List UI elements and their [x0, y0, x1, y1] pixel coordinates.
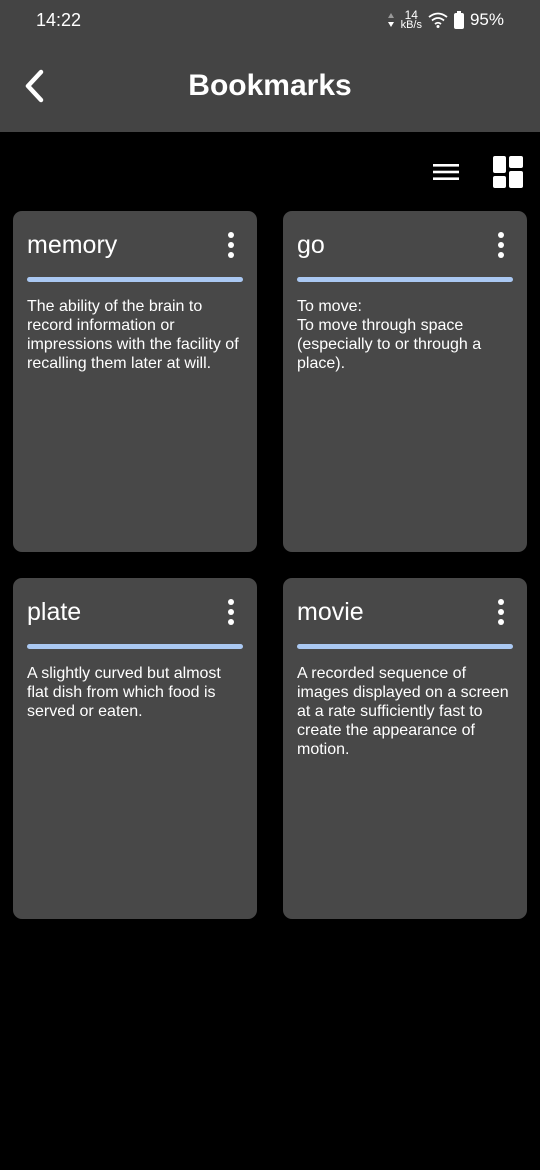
grid-view-icon [493, 156, 523, 188]
page-title: Bookmarks [188, 69, 352, 102]
card-menu-button[interactable] [489, 596, 513, 628]
card-divider [27, 644, 243, 649]
wifi-icon [428, 12, 448, 28]
bookmark-card-memory[interactable]: memory The ability of the brain to recor… [13, 211, 257, 552]
battery-percent: 95% [469, 10, 504, 29]
card-divider [297, 644, 513, 649]
app-bar: Bookmarks [0, 40, 540, 132]
bookmark-card-movie[interactable]: movie A recorded sequence of images disp… [283, 578, 527, 919]
status-bar: 14:22 14 kB/s 95% [0, 0, 540, 40]
card-definition: A slightly curved but almost flat dish f… [27, 665, 221, 720]
bookmark-card-plate[interactable]: plate A slightly curved but almost flat … [13, 578, 257, 919]
battery-icon [453, 11, 464, 29]
card-definition: The ability of the brain to record infor… [27, 298, 239, 372]
bookmark-card-go[interactable]: go To move: To move through space (espec… [283, 211, 527, 552]
net-speed-unit: kB/s [400, 19, 422, 31]
more-vert-icon [498, 599, 504, 605]
more-vert-icon [228, 232, 234, 238]
grid-view-button[interactable] [490, 152, 526, 192]
card-definition: A recorded sequence of images displayed … [297, 665, 509, 758]
status-time: 14:22 [36, 10, 82, 30]
more-vert-icon [228, 599, 234, 605]
card-menu-button[interactable] [489, 229, 513, 261]
card-word: movie [297, 598, 364, 626]
net-speed: 14 kB/s [400, 9, 422, 31]
card-word: plate [27, 598, 82, 626]
card-divider [297, 277, 513, 282]
card-menu-button[interactable] [219, 596, 243, 628]
list-view-icon [433, 164, 459, 180]
card-word: memory [27, 231, 118, 259]
more-vert-icon [498, 232, 504, 238]
card-word: go [297, 231, 325, 259]
list-view-button[interactable] [428, 152, 464, 192]
card-menu-button[interactable] [219, 229, 243, 261]
card-definition: To move: To move through space (especial… [297, 298, 482, 372]
status-icons: 14 kB/s 95% [387, 8, 504, 32]
card-divider [27, 277, 243, 282]
data-activity-icon [387, 13, 394, 27]
